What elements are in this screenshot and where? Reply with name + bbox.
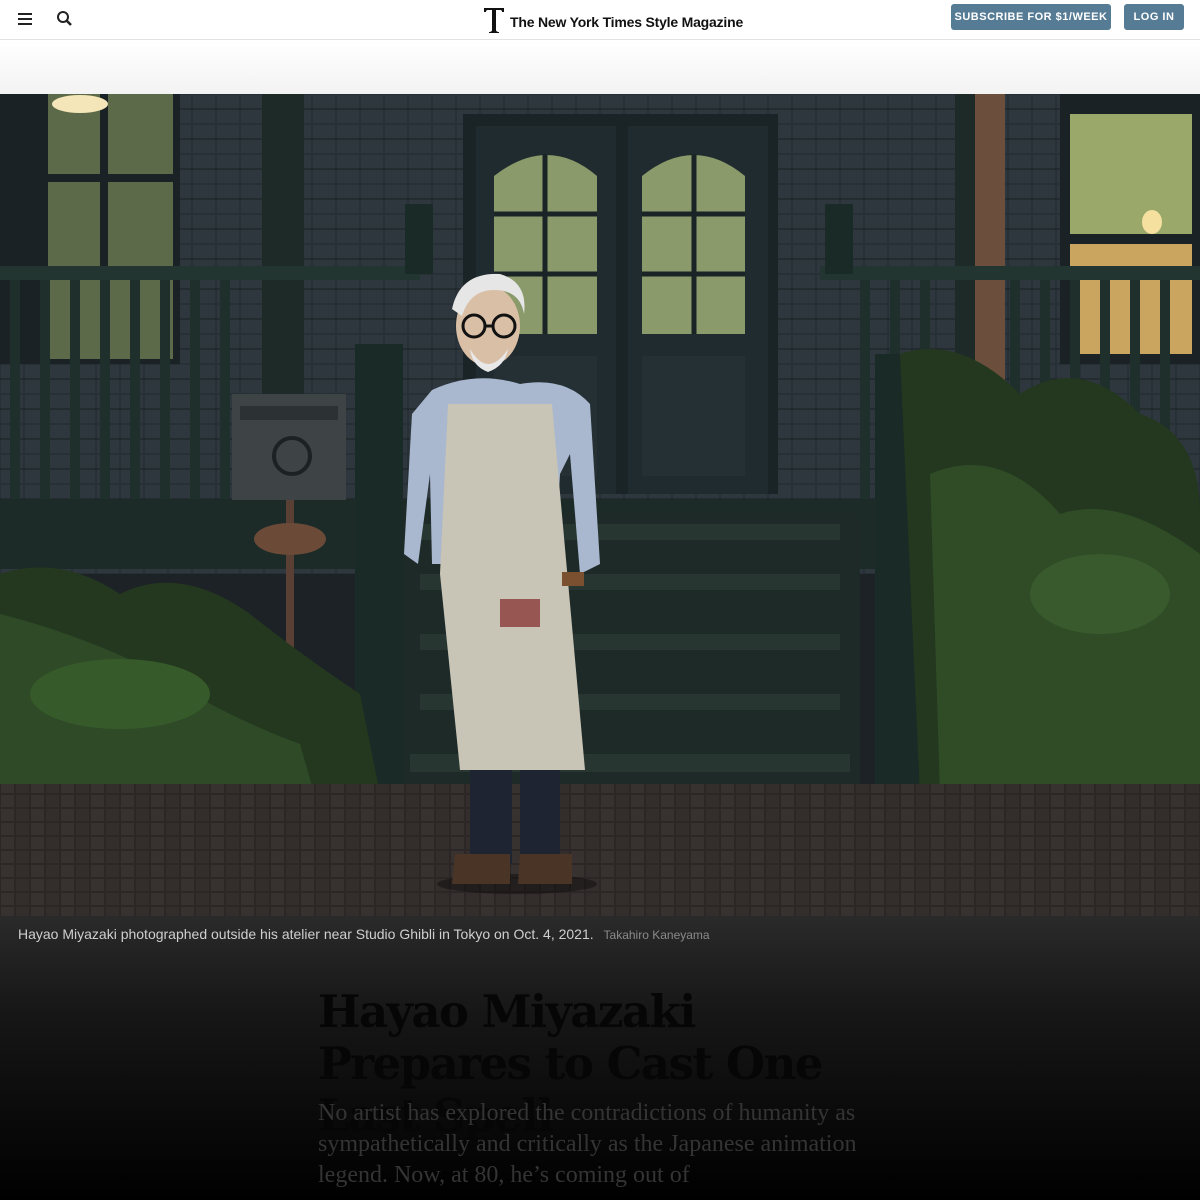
hero-photo-illustration [0, 94, 1200, 916]
article-summary: No artist has explored the contradiction… [318, 1100, 857, 1188]
photo-caption-text: Hayao Miyazaki photographed outside his … [18, 926, 594, 942]
login-button[interactable]: LOG IN [1124, 4, 1184, 30]
t-magazine-logo[interactable]: The New York Times Style Magazine [482, 5, 743, 35]
top-navigation-bar: The New York Times Style Magazine SUBSCR… [0, 0, 1200, 40]
subscribe-button[interactable]: SUBSCRIBE FOR $1/WEEK [951, 4, 1111, 30]
t-logo-icon [484, 8, 504, 33]
hero-photo [0, 94, 1200, 916]
logo-text: The New York Times Style Magazine [510, 14, 744, 30]
ad-placeholder-strip [0, 40, 1200, 94]
search-icon[interactable] [54, 8, 78, 30]
photo-credit: Takahiro Kaneyama [603, 928, 710, 942]
article-header: Hayao Miyazaki photographed outside his … [0, 916, 1200, 1200]
photo-caption: Hayao Miyazaki photographed outside his … [18, 926, 710, 942]
hamburger-menu-icon[interactable] [14, 8, 38, 30]
